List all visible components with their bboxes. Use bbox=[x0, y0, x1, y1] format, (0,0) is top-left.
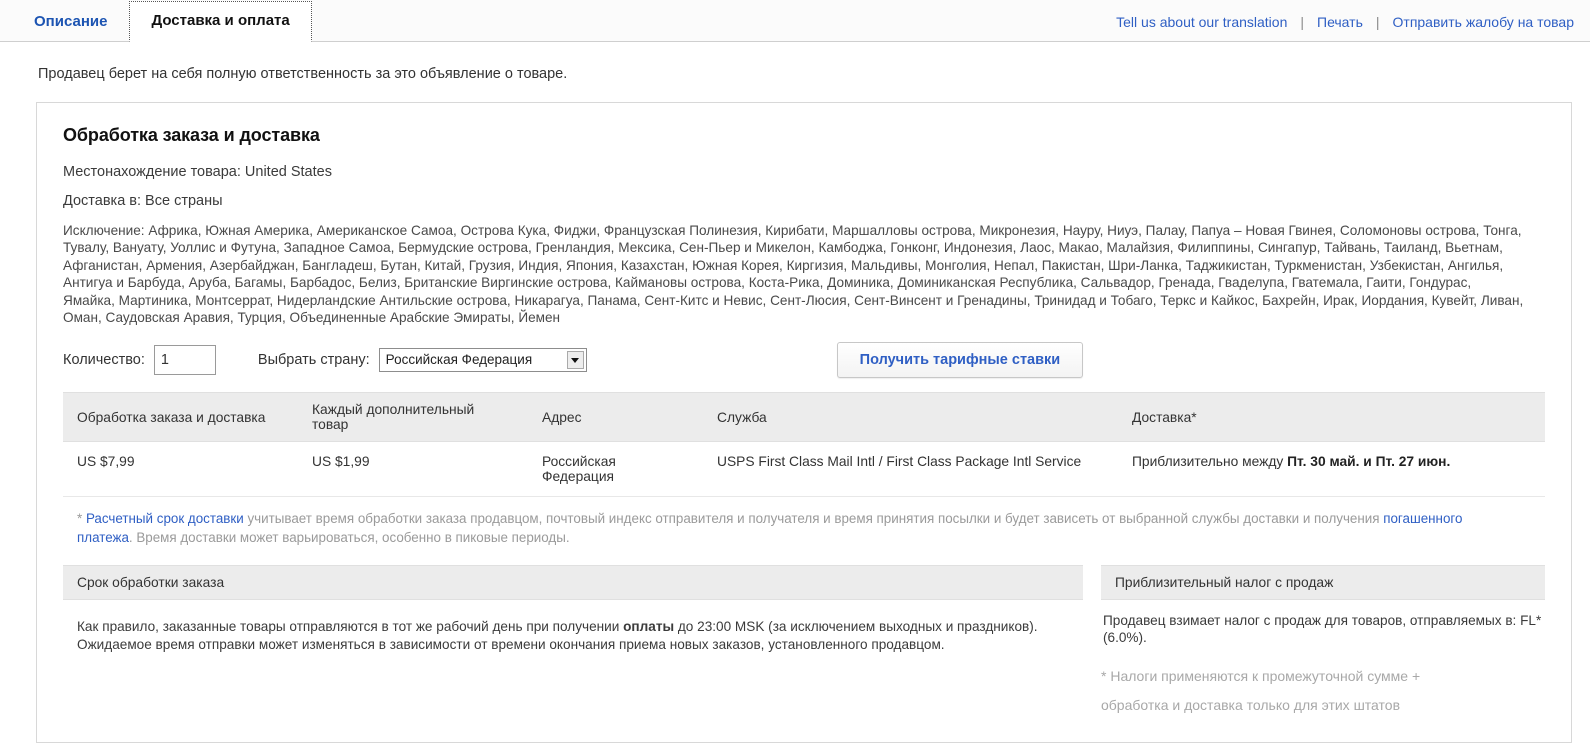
sales-tax-body: Продавец взимает налог с продаж для това… bbox=[1103, 613, 1542, 646]
link-separator-1: | bbox=[1300, 14, 1304, 30]
seller-responsibility-notice: Продавец берет на себя полную ответствен… bbox=[38, 66, 568, 82]
cell-each-additional: US $1,99 bbox=[298, 441, 528, 498]
link-estimated-delivery[interactable]: Расчетный срок доставки bbox=[86, 511, 244, 526]
top-links: Tell us about our translation | Печать |… bbox=[1116, 14, 1574, 30]
cell-delivery-estimate: Приблизительно между Пт. 30 май. и Пт. 2… bbox=[1118, 441, 1545, 498]
sales-tax-header: Приблизительный налог с продаж bbox=[1101, 565, 1545, 601]
processing-time-header: Срок обработки заказа bbox=[63, 565, 1083, 601]
link-tell-us-translation[interactable]: Tell us about our translation bbox=[1116, 14, 1287, 30]
shipping-panel-title: Обработка заказа и доставка bbox=[63, 125, 320, 145]
footnote-text-2: . Время доставки может варьироваться, ос… bbox=[128, 530, 570, 546]
sales-tax-note-line1: * Налоги применяются к промежуточной сум… bbox=[1101, 668, 1421, 685]
col-each-additional: Каждый дополнительный товар bbox=[298, 392, 528, 443]
country-label: Выбрать страну: bbox=[257, 352, 370, 369]
tax-column: Приблизительный налог с продаж Продавец … bbox=[1101, 565, 1545, 720]
item-location: Местонахождение товара: United States bbox=[63, 164, 332, 180]
shipping-rates-table: Обработка заказа и доставка Каждый допол… bbox=[63, 392, 1545, 498]
footnote-asterisk: * bbox=[77, 511, 86, 527]
link-report-item[interactable]: Отправить жалобу на товар bbox=[1393, 14, 1574, 30]
sales-tax-note-line2: обработка и доставка только для этих шта… bbox=[1101, 697, 1401, 714]
sales-tax-note: * Налоги применяются к промежуточной сум… bbox=[1101, 662, 1545, 720]
cell-handling: US $7,99 bbox=[63, 441, 298, 498]
tab-strip: Описание Доставка и оплата Tell us about… bbox=[0, 0, 1590, 42]
tab-description[interactable]: Описание bbox=[12, 2, 129, 42]
cell-service: USPS First Class Mail Intl / First Class… bbox=[703, 441, 1118, 498]
processing-text-before: Как правило, заказанные товары отправляю… bbox=[77, 619, 624, 635]
tab-list: Описание Доставка и оплата bbox=[12, 1, 312, 42]
country-select-value: Российская Федерация bbox=[385, 352, 533, 368]
link-print[interactable]: Печать bbox=[1317, 14, 1363, 30]
excluded-locations: Исключение: Африка, Южная Америка, Амери… bbox=[63, 223, 1524, 326]
quantity-label: Количество: bbox=[63, 352, 145, 369]
tab-shipping-and-payment[interactable]: Доставка и оплата bbox=[129, 1, 312, 42]
processing-and-tax: Срок обработки заказа Как правило, заказ… bbox=[63, 565, 1545, 720]
rate-controls: Количество: Выбрать страну: Российская Ф… bbox=[63, 342, 1545, 379]
cell-address: Российская Федерация bbox=[528, 441, 703, 498]
delivery-estimate-footnote: * Расчетный срок доставки учитывает врем… bbox=[77, 509, 1497, 547]
chevron-down-icon[interactable] bbox=[566, 351, 584, 370]
link-separator-2: | bbox=[1375, 14, 1380, 30]
delivery-range: Пт. 30 май. и Пт. 27 июн. bbox=[1287, 454, 1451, 470]
processing-bold-payment: оплаты bbox=[623, 619, 675, 635]
delivery-prefix: Приблизительно между bbox=[1132, 454, 1288, 470]
get-rates-button[interactable]: Получить тарифные ставки bbox=[836, 342, 1084, 379]
country-select[interactable]: Российская Федерация bbox=[378, 348, 587, 373]
col-handling: Обработка заказа и доставка bbox=[63, 392, 298, 443]
table-row: US $7,99 US $1,99 Российская Федерация U… bbox=[63, 441, 1545, 498]
footnote-text-1: учитывает время обработки заказа продавц… bbox=[243, 511, 1384, 527]
col-address: Адрес bbox=[528, 392, 703, 443]
table-header-row: Обработка заказа и доставка Каждый допол… bbox=[63, 392, 1545, 443]
page-root: Описание Доставка и оплата Tell us about… bbox=[0, 0, 1590, 755]
processing-column: Срок обработки заказа Как правило, заказ… bbox=[63, 565, 1083, 720]
processing-time-body: Как правило, заказанные товары отправляю… bbox=[63, 600, 1083, 654]
ships-to: Доставка в: Все страны bbox=[63, 193, 223, 209]
shipping-panel: Обработка заказа и доставка Местонахожде… bbox=[36, 102, 1572, 744]
quantity-input[interactable] bbox=[153, 345, 216, 376]
col-delivery: Доставка* bbox=[1118, 392, 1545, 443]
col-service: Служба bbox=[703, 392, 1118, 443]
